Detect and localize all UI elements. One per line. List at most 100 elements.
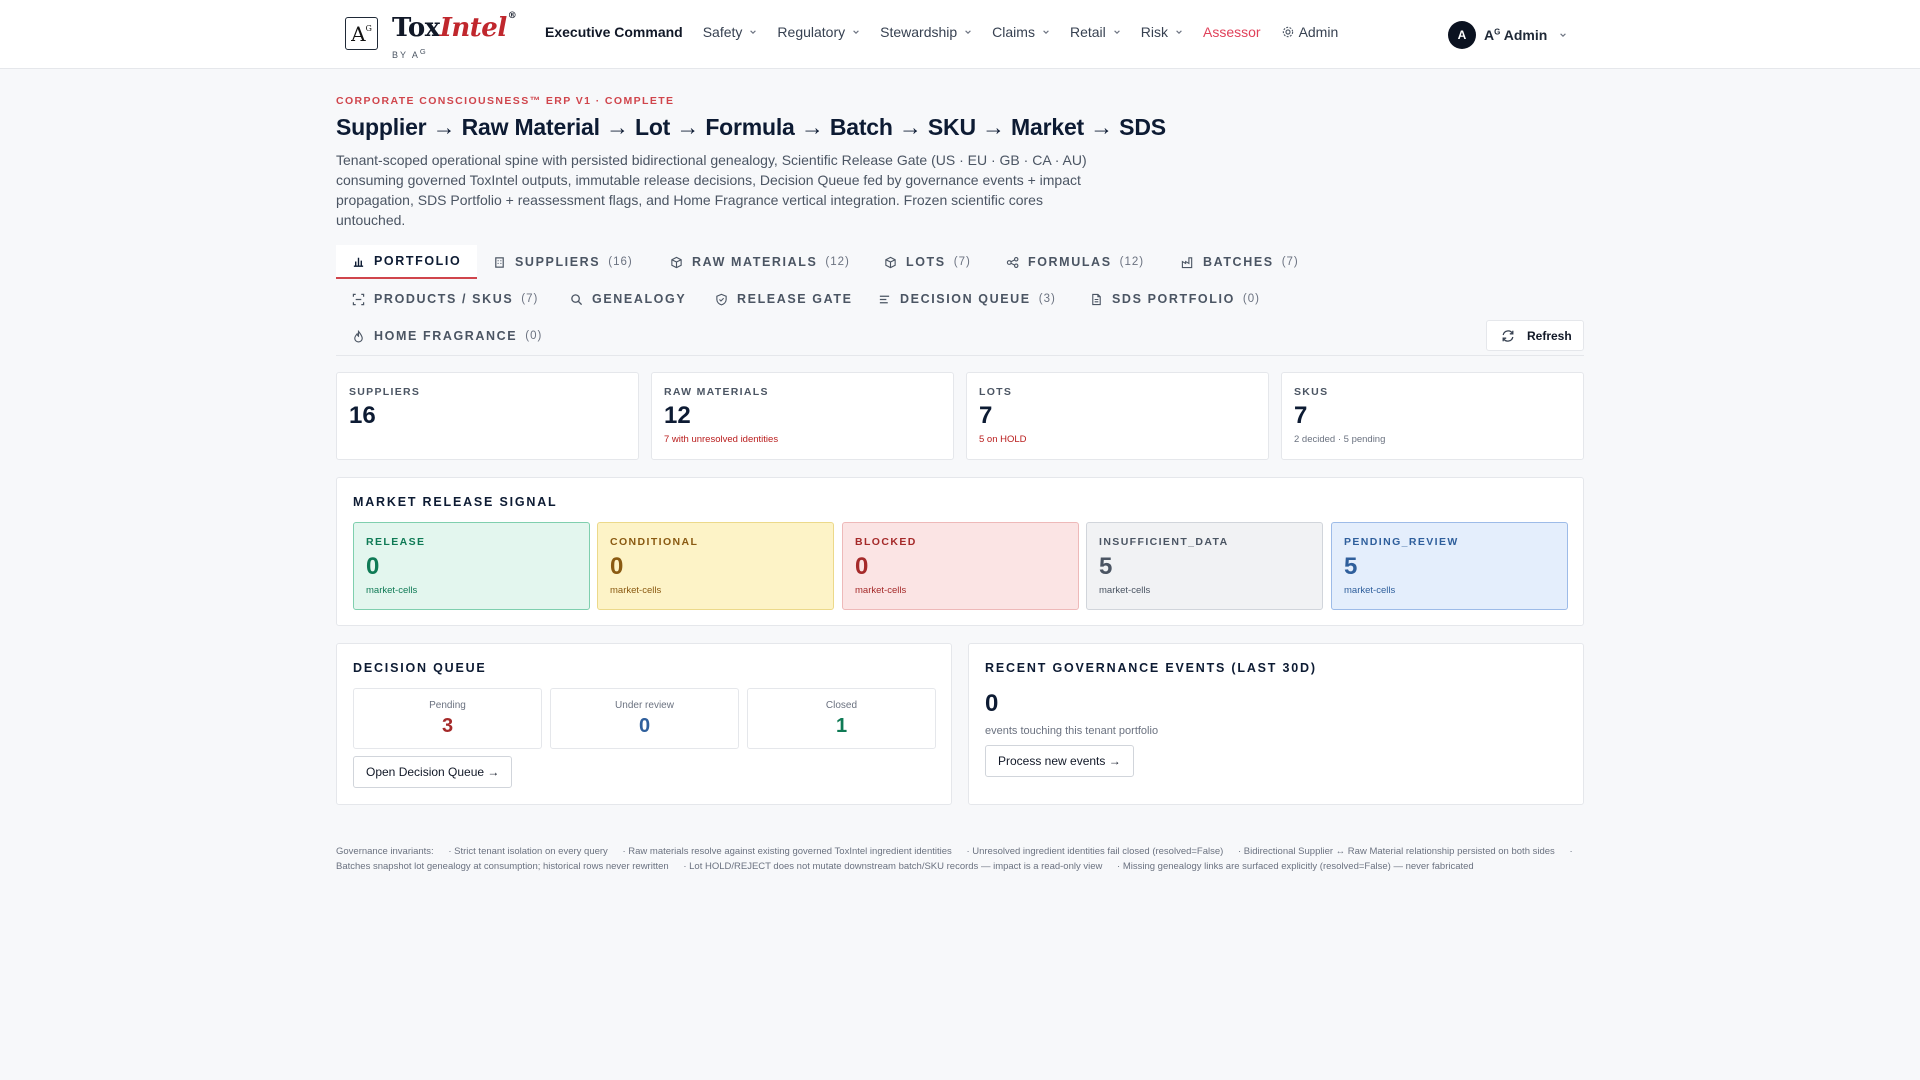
refresh-button[interactable]: Refresh bbox=[1486, 320, 1584, 351]
signal-subtext: market-cells bbox=[1344, 585, 1396, 596]
tab-label: SUPPLIERS bbox=[515, 255, 601, 269]
nav-safety[interactable]: Safety bbox=[703, 24, 758, 40]
signal-tile-conditional[interactable]: CONDITIONAL 0 market-cells bbox=[597, 522, 834, 610]
signal-tile-blocked[interactable]: BLOCKED 0 market-cells bbox=[842, 522, 1079, 610]
tab-genealogy[interactable]: GENEALOGY bbox=[554, 282, 702, 316]
document-icon bbox=[1092, 293, 1101, 305]
stat-label: SUPPLIERS bbox=[349, 386, 421, 398]
main-nav: Executive Command Safety Regulatory Stew… bbox=[545, 24, 1358, 40]
factory-icon bbox=[1181, 256, 1193, 268]
nav-risk[interactable]: Risk bbox=[1141, 24, 1183, 40]
tab-count: (0) bbox=[525, 330, 543, 342]
tab-decision-queue[interactable]: DECISION QUEUE (3) bbox=[862, 282, 1072, 316]
page-eyebrow: CORPORATE CONSCIOUSNESS™ ERP V1 · COMPLE… bbox=[336, 95, 675, 107]
open-decision-queue-button[interactable]: Open Decision Queue → bbox=[353, 756, 513, 788]
governance-events-panel: RECENT GOVERNANCE EVENTS (LAST 30D) 0 ev… bbox=[968, 643, 1584, 805]
signal-value: 5 bbox=[1344, 553, 1358, 580]
nav-retail[interactable]: Retail bbox=[1070, 24, 1121, 40]
tab-raw-materials[interactable]: RAW MATERIALS (12) bbox=[654, 245, 866, 279]
dq-label: Under review bbox=[615, 700, 674, 711]
signal-subtext: market-cells bbox=[610, 585, 662, 596]
stat-subtext: 7 with unresolved identities bbox=[664, 434, 779, 445]
stat-subtext: 5 on HOLD bbox=[979, 434, 1027, 445]
signal-label: CONDITIONAL bbox=[610, 536, 699, 548]
flame-icon bbox=[354, 329, 363, 342]
refresh-icon bbox=[1502, 329, 1514, 342]
tab-count: (12) bbox=[825, 256, 850, 268]
tab-label: RAW MATERIALS bbox=[692, 255, 818, 269]
signal-label: PENDING_REVIEW bbox=[1344, 536, 1459, 548]
page-description: Tenant-scoped operational spine with per… bbox=[336, 152, 1087, 228]
stat-label: RAW MATERIALS bbox=[664, 386, 769, 398]
logo-byline-text: BY A bbox=[392, 50, 420, 60]
tab-label: BATCHES bbox=[1203, 255, 1274, 269]
tab-count: (12) bbox=[1119, 256, 1145, 268]
signal-tile-pending-review[interactable]: PENDING_REVIEW 5 market-cells bbox=[1331, 522, 1568, 610]
user-menu[interactable]: A AG Admin bbox=[1448, 21, 1567, 49]
avatar: A bbox=[1448, 21, 1476, 49]
signal-label: RELEASE bbox=[366, 536, 426, 548]
tab-home-fragrance[interactable]: HOME FRAGRANCE (0) bbox=[336, 319, 558, 353]
logo-wordmark: ToxIntel® bbox=[392, 11, 517, 43]
chevron-down-icon bbox=[965, 30, 971, 34]
shield-check-icon bbox=[716, 293, 727, 305]
section-title: RECENT GOVERNANCE EVENTS (LAST 30D) bbox=[985, 661, 1317, 675]
tab-portfolio[interactable]: PORTFOLIO bbox=[336, 245, 478, 279]
tab-release-gate[interactable]: RELEASE GATE bbox=[699, 282, 869, 316]
governance-events-subtext: events touching this tenant portfolio bbox=[985, 725, 1159, 737]
stat-card-skus: SKUS 7 2 decided · 5 pending bbox=[1281, 372, 1584, 460]
tab-suppliers[interactable]: SUPPLIERS (16) bbox=[477, 245, 649, 279]
stat-label: SKUS bbox=[1294, 386, 1329, 398]
chevron-down-icon bbox=[1113, 30, 1120, 34]
tab-count: (7) bbox=[953, 256, 971, 268]
signal-subtext: market-cells bbox=[855, 585, 907, 596]
tab-label: RELEASE GATE bbox=[737, 292, 853, 306]
process-new-events-button[interactable]: Process new events → bbox=[985, 745, 1134, 777]
invariants-lead: Governance invariants: bbox=[336, 846, 434, 857]
tab-label: PRODUCTS / SKUS bbox=[374, 292, 514, 306]
chevron-down-icon bbox=[1043, 30, 1049, 34]
tab-lots[interactable]: LOTS (7) bbox=[868, 245, 987, 279]
chevron-down-icon bbox=[1560, 33, 1567, 37]
nav-label: Assessor bbox=[1202, 24, 1261, 40]
decision-queue-panel: DECISION QUEUE Pending 3 Under review 0 … bbox=[336, 643, 952, 805]
tab-label: SDS PORTFOLIO bbox=[1112, 292, 1235, 306]
package-icon bbox=[671, 256, 682, 268]
nav-regulatory[interactable]: Regulatory bbox=[777, 24, 860, 40]
tab-products-skus[interactable]: PRODUCTS / SKUS (7) bbox=[336, 282, 554, 316]
tab-label: HOME FRAGRANCE bbox=[374, 329, 518, 343]
dq-box-closed: Closed 1 bbox=[747, 688, 936, 749]
page-title: Supplier → Raw Material → Lot → Formula … bbox=[336, 114, 1166, 140]
nav-claims[interactable]: Claims bbox=[992, 24, 1050, 40]
logo-wordmark-accent: Intel bbox=[439, 13, 508, 43]
network-icon bbox=[1006, 256, 1019, 268]
nav-label: Retail bbox=[1069, 24, 1106, 40]
search-icon bbox=[571, 293, 583, 305]
tab-batches[interactable]: BATCHES (7) bbox=[1165, 245, 1315, 279]
nav-executive-command[interactable]: Executive Command bbox=[545, 24, 683, 40]
nav-admin[interactable]: Admin bbox=[1281, 24, 1338, 40]
logo-mark-sup: G bbox=[365, 24, 372, 33]
building-icon bbox=[495, 256, 504, 268]
tab-sds-portfolio[interactable]: SDS PORTFOLIO (0) bbox=[1074, 282, 1276, 316]
signal-tile-insufficient-data[interactable]: INSUFFICIENT_DATA 5 market-cells bbox=[1086, 522, 1323, 610]
refresh-label: Refresh bbox=[1527, 328, 1572, 343]
signal-value: 5 bbox=[1099, 553, 1113, 580]
nav-label: Executive Command bbox=[545, 24, 683, 40]
nav-stewardship[interactable]: Stewardship bbox=[880, 24, 972, 40]
nav-assessor[interactable]: Assessor bbox=[1203, 24, 1261, 40]
tab-formulas[interactable]: FORMULAS (12) bbox=[990, 245, 1160, 279]
stat-value: 12 bbox=[664, 402, 691, 429]
invariant-item: · Unresolved ingredient identities fail … bbox=[966, 846, 1224, 857]
signal-value: 0 bbox=[366, 553, 380, 580]
tab-label: LOTS bbox=[906, 255, 946, 269]
user-name-initial: A bbox=[1484, 27, 1495, 43]
invariant-item: · Bidirectional Supplier ↔ Raw Material … bbox=[1237, 846, 1555, 857]
signal-tile-release[interactable]: RELEASE 0 market-cells bbox=[353, 522, 590, 610]
stat-label: LOTS bbox=[979, 386, 1013, 398]
tab-label: GENEALOGY bbox=[592, 292, 687, 306]
dq-value: 1 bbox=[835, 715, 848, 737]
user-name: AG Admin bbox=[1484, 27, 1547, 43]
signal-label: BLOCKED bbox=[855, 536, 917, 548]
signal-value: 0 bbox=[855, 553, 869, 580]
